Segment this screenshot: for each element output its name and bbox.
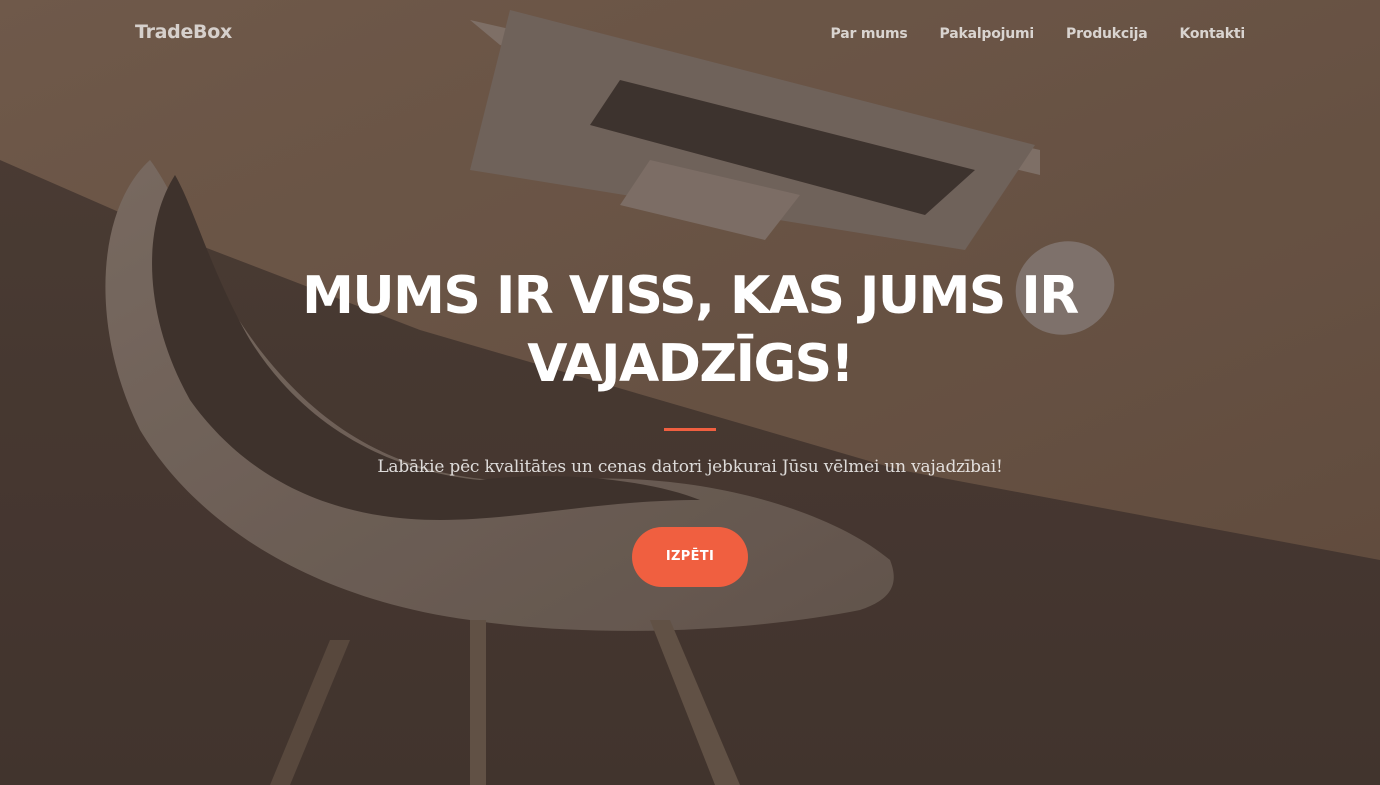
nav-link-par-mums[interactable]: Par mums — [831, 26, 908, 42]
explore-button[interactable]: IZPĒTI — [632, 527, 748, 587]
nav-link-kontakti[interactable]: Kontakti — [1179, 26, 1245, 42]
nav-item: Pakalpojumi — [940, 25, 1035, 43]
nav-item: Produkcija — [1066, 25, 1148, 43]
nav-link-produkcija[interactable]: Produkcija — [1066, 26, 1148, 42]
nav-item: Par mums — [831, 25, 908, 43]
hero-content: MUMS IR VISS, KAS JUMS IR VAJADZĪGS! Lab… — [0, 262, 1380, 587]
brand-logo[interactable]: TradeBox — [135, 21, 232, 43]
headline-divider — [664, 428, 716, 431]
hero-headline: MUMS IR VISS, KAS JUMS IR VAJADZĪGS! — [302, 266, 1079, 394]
navbar: TradeBox Par mums Pakalpojumi Produkcija… — [0, 0, 1380, 70]
hero-subtitle: Labākie pēc kvalitātes un cenas datori j… — [377, 457, 1003, 477]
nav-item: Kontakti — [1179, 25, 1245, 43]
hero-section: TradeBox Par mums Pakalpojumi Produkcija… — [0, 0, 1380, 785]
nav-link-pakalpojumi[interactable]: Pakalpojumi — [940, 26, 1035, 42]
nav-menu: Par mums Pakalpojumi Produkcija Kontakti — [831, 25, 1246, 43]
